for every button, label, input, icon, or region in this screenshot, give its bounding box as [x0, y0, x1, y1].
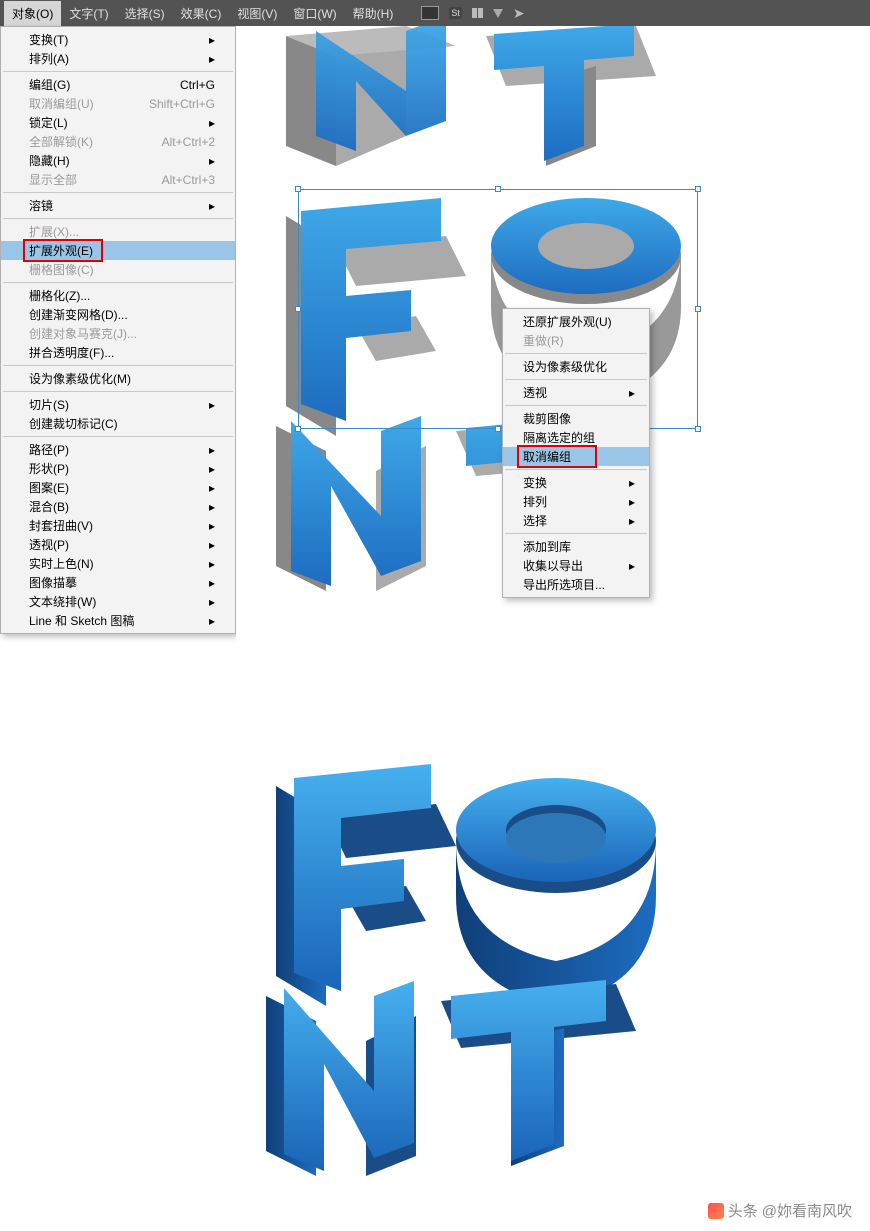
sel-handle-tc[interactable] — [495, 186, 501, 192]
menu-lock[interactable]: 锁定(L)▸ — [1, 113, 235, 132]
menu-arrange[interactable]: 排列(A)▸ — [1, 49, 235, 68]
menu-separator — [3, 282, 233, 283]
ctx-separator — [505, 353, 647, 354]
menu-ungroup: 取消编组(U)Shift+Ctrl+G — [1, 94, 235, 113]
menu-path[interactable]: 路径(P)▸ — [1, 440, 235, 459]
menu-separator — [3, 192, 233, 193]
menu-group[interactable]: 编组(G)Ctrl+G — [1, 75, 235, 94]
ctx-separator — [505, 469, 647, 470]
sel-handle-bl[interactable] — [295, 426, 301, 432]
menu-separator — [3, 391, 233, 392]
ctx-arrange[interactable]: 排列▸ — [503, 492, 649, 511]
menu-crop-marks[interactable]: 创建裁切标记(C) — [1, 414, 235, 433]
menu-pattern[interactable]: 图案(E)▸ — [1, 478, 235, 497]
ctx-transform[interactable]: 变换▸ — [503, 473, 649, 492]
menubar: 对象(O) 文字(T) 选择(S) 效果(C) 视图(V) 窗口(W) 帮助(H… — [0, 0, 870, 26]
sel-handle-ml[interactable] — [295, 306, 301, 312]
st-icon[interactable]: St — [449, 7, 462, 19]
ctx-separator — [505, 533, 647, 534]
menu-rasterize-filter[interactable]: 溶镜▸ — [1, 196, 235, 215]
ctx-add-to-library[interactable]: 添加到库 — [503, 537, 649, 556]
ctx-redo: 重做(R) — [503, 331, 649, 350]
sel-handle-tl[interactable] — [295, 186, 301, 192]
menu-pixel-perfect[interactable]: 设为像素级优化(M) — [1, 369, 235, 388]
sel-handle-tr[interactable] — [695, 186, 701, 192]
object-menu-dropdown: 变换(T)▸ 排列(A)▸ 编组(G)Ctrl+G 取消编组(U)Shift+C… — [0, 26, 236, 634]
ctx-export-selection[interactable]: 导出所选项目... — [503, 575, 649, 594]
menu-expand: 扩展(X)... — [1, 222, 235, 241]
menu-raster-image: 栅格图像(C) — [1, 260, 235, 279]
ctx-separator — [505, 379, 647, 380]
menu-hide[interactable]: 隐藏(H)▸ — [1, 151, 235, 170]
menu-perspective[interactable]: 透视(P)▸ — [1, 535, 235, 554]
watermark-prefix: 头条 — [728, 1200, 758, 1221]
menu-text[interactable]: 文字(T) — [61, 1, 116, 26]
sel-handle-mr[interactable] — [695, 306, 701, 312]
sel-handle-br[interactable] — [695, 426, 701, 432]
menu-expand-appearance[interactable]: 扩展外观(E) — [1, 241, 235, 260]
ctx-select[interactable]: 选择▸ — [503, 511, 649, 530]
menu-window[interactable]: 窗口(W) — [285, 1, 344, 26]
menu-transform[interactable]: 变换(T)▸ — [1, 30, 235, 49]
ctx-collect-export[interactable]: 收集以导出▸ — [503, 556, 649, 575]
menu-live-paint[interactable]: 实时上色(N)▸ — [1, 554, 235, 573]
sel-handle-bc[interactable] — [495, 426, 501, 432]
menu-unlock-all: 全部解锁(K)Alt+Ctrl+2 — [1, 132, 235, 151]
gpu-preview-icon[interactable] — [421, 6, 439, 20]
menu-line-sketch[interactable]: Line 和 Sketch 图稿▸ — [1, 611, 235, 630]
menu-blend[interactable]: 混合(B)▸ — [1, 497, 235, 516]
menu-text-wrap[interactable]: 文本绕排(W)▸ — [1, 592, 235, 611]
menu-separator — [3, 365, 233, 366]
dropdown-triangle-icon — [493, 9, 503, 18]
ctx-perspective[interactable]: 透视▸ — [503, 383, 649, 402]
toutiao-logo-icon — [708, 1203, 724, 1219]
ctx-ungroup[interactable]: 取消编组 — [503, 447, 649, 466]
context-menu: 还原扩展外观(U) 重做(R) 设为像素级优化 透视▸ 裁剪图像 隔离选定的组 … — [502, 308, 650, 598]
ctx-undo-expand-appearance[interactable]: 还原扩展外观(U) — [503, 312, 649, 331]
ctx-pixel-perfect[interactable]: 设为像素级优化 — [503, 357, 649, 376]
menu-help[interactable]: 帮助(H) — [345, 1, 402, 26]
menu-envelope-distort[interactable]: 封套扭曲(V)▸ — [1, 516, 235, 535]
toolbar-extras: St ➤ — [421, 5, 524, 22]
menu-separator — [3, 218, 233, 219]
share-icon[interactable]: ➤ — [513, 5, 525, 22]
menu-view[interactable]: 视图(V) — [229, 1, 285, 26]
ctx-crop-image[interactable]: 裁剪图像 — [503, 409, 649, 428]
menu-separator — [3, 436, 233, 437]
menu-effect[interactable]: 效果(C) — [173, 1, 230, 26]
arrange-docs-icon[interactable] — [472, 8, 483, 18]
menu-flatten-transparency[interactable]: 拼合透明度(F)... — [1, 343, 235, 362]
menu-image-trace[interactable]: 图像描摹▸ — [1, 573, 235, 592]
ctx-isolate-group[interactable]: 隔离选定的组 — [503, 428, 649, 447]
menu-slice[interactable]: 切片(S)▸ — [1, 395, 235, 414]
menu-gradient-mesh[interactable]: 创建渐变网格(D)... — [1, 305, 235, 324]
watermark: 头条 @妳看南风吹 — [708, 1200, 852, 1221]
menu-rasterize[interactable]: 栅格化(Z)... — [1, 286, 235, 305]
menu-shape[interactable]: 形状(P)▸ — [1, 459, 235, 478]
canvas[interactable] — [236, 26, 870, 1231]
artwork-bottom-font — [246, 746, 666, 1176]
menu-object-mosaic: 创建对象马赛克(J)... — [1, 324, 235, 343]
artwork-top-nt — [256, 26, 676, 166]
menu-show-all: 显示全部Alt+Ctrl+3 — [1, 170, 235, 189]
menu-separator — [3, 71, 233, 72]
watermark-text: @妳看南风吹 — [762, 1200, 852, 1221]
menu-object[interactable]: 对象(O) — [4, 1, 61, 26]
menu-select[interactable]: 选择(S) — [117, 1, 173, 26]
ctx-separator — [505, 405, 647, 406]
